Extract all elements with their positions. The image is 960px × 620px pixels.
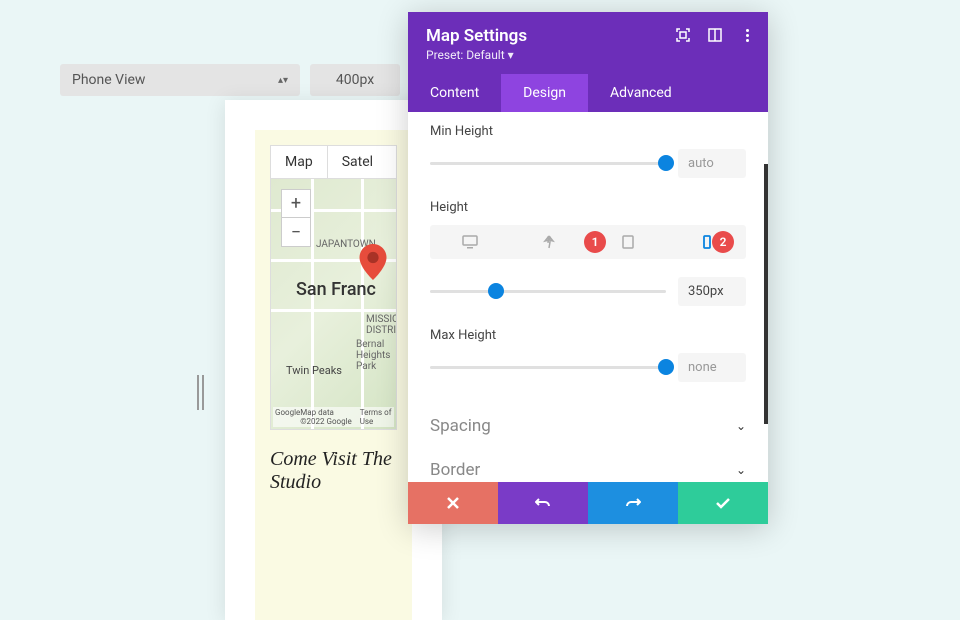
poi-twinpeaks: Twin Peaks bbox=[286, 364, 342, 377]
map-widget[interactable]: Map Satel + − JAPANTOWN bbox=[270, 145, 397, 430]
width-dropdown[interactable]: 400px bbox=[310, 64, 400, 96]
tab-content[interactable]: Content bbox=[408, 74, 501, 112]
max-height-slider[interactable] bbox=[430, 366, 666, 369]
min-height-value[interactable]: auto bbox=[678, 149, 746, 178]
confirm-button[interactable] bbox=[678, 482, 768, 524]
tab-advanced[interactable]: Advanced bbox=[588, 74, 694, 112]
redo-button[interactable] bbox=[588, 482, 678, 524]
min-height-slider[interactable] bbox=[430, 162, 666, 165]
google-logo: Google bbox=[275, 408, 300, 426]
section-border[interactable]: Border ⌄ bbox=[430, 448, 746, 482]
scrollbar[interactable] bbox=[764, 164, 768, 424]
device-phone[interactable] bbox=[667, 225, 746, 259]
spacing-label: Spacing bbox=[430, 416, 491, 436]
map-data: Map data ©2022 Google bbox=[300, 408, 359, 426]
close-button[interactable] bbox=[408, 482, 498, 524]
map-pin-icon bbox=[359, 244, 387, 284]
height-value[interactable]: 350px bbox=[678, 277, 746, 306]
height-label: Height bbox=[430, 200, 746, 215]
min-height-label: Min Height bbox=[430, 124, 746, 139]
map-canvas[interactable]: + − JAPANTOWN San Franc MISSION DISTRICT… bbox=[271, 179, 396, 429]
border-label: Border bbox=[430, 460, 480, 480]
zoom-in-button[interactable]: + bbox=[282, 190, 310, 218]
view-label: Phone View bbox=[72, 72, 145, 88]
max-height-value[interactable]: none bbox=[678, 353, 746, 382]
map-type-tabs: Map Satel bbox=[271, 146, 396, 179]
map-attribution: Google Map data ©2022 Google Terms of Us… bbox=[273, 407, 394, 427]
min-height-field: Min Height auto bbox=[430, 124, 746, 178]
device-tabs: 1 2 bbox=[430, 225, 746, 259]
max-height-field: Max Height none bbox=[430, 328, 746, 382]
satellite-tab[interactable]: Satel bbox=[327, 146, 387, 178]
settings-panel: Map Settings Preset: Default ▾ Content D… bbox=[408, 12, 768, 524]
height-field: Height 1 2 350px bbox=[430, 200, 746, 306]
zoom-controls: + − bbox=[281, 189, 311, 247]
device-desktop[interactable] bbox=[430, 225, 509, 259]
panel-tabs: Content Design Advanced bbox=[408, 74, 768, 112]
panel-body: Min Height auto Height 1 2 350px Max H bbox=[408, 112, 768, 482]
panel-header: Map Settings Preset: Default ▾ bbox=[408, 12, 768, 74]
preset-dropdown[interactable]: Preset: Default ▾ bbox=[426, 48, 750, 62]
columns-icon[interactable] bbox=[708, 28, 722, 42]
zoom-out-button[interactable]: − bbox=[282, 218, 310, 246]
terms-link[interactable]: Terms of Use bbox=[360, 408, 392, 426]
tab-design[interactable]: Design bbox=[501, 74, 588, 112]
chevron-down-icon: ⌄ bbox=[736, 419, 746, 433]
width-value: 400px bbox=[336, 72, 374, 88]
map-tab[interactable]: Map bbox=[271, 146, 327, 178]
undo-button[interactable] bbox=[498, 482, 588, 524]
scroll-marker bbox=[197, 375, 204, 410]
preview-heading: Come Visit The Studio bbox=[270, 448, 397, 494]
dropdown-caret-icon: ▴▾ bbox=[278, 75, 288, 86]
poi-bernal: Bernal Heights Park bbox=[356, 339, 396, 372]
max-height-label: Max Height bbox=[430, 328, 746, 343]
panel-footer bbox=[408, 482, 768, 524]
expand-icon[interactable] bbox=[676, 28, 690, 42]
city-label: San Franc bbox=[296, 279, 376, 300]
device-hover[interactable] bbox=[509, 225, 588, 259]
height-slider[interactable] bbox=[430, 290, 666, 293]
more-icon[interactable] bbox=[740, 28, 754, 42]
badge-1: 1 bbox=[584, 231, 606, 253]
badge-2: 2 bbox=[712, 231, 734, 253]
poi-mission: MISSION DISTRICT bbox=[366, 314, 396, 336]
section-spacing[interactable]: Spacing ⌄ bbox=[430, 404, 746, 448]
view-dropdown[interactable]: Phone View ▴▾ bbox=[60, 64, 300, 96]
chevron-down-icon: ⌄ bbox=[736, 463, 746, 477]
